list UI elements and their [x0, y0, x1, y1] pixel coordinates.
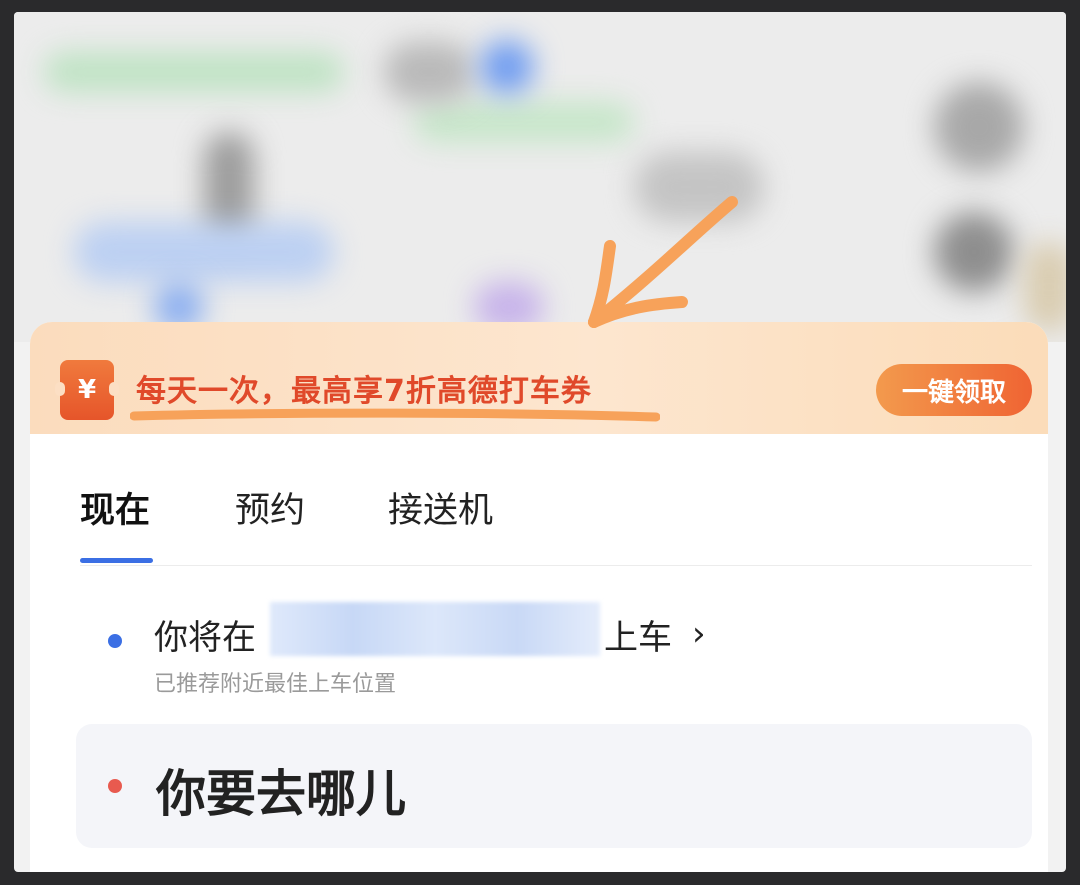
- tab-airport[interactable]: 接送机: [388, 482, 493, 533]
- yen-glyph: ¥: [77, 375, 97, 405]
- destination-dot-icon: [108, 779, 122, 793]
- pickup-hint: 已推荐附近最佳上车位置: [154, 672, 397, 697]
- tab-active-indicator: [80, 558, 153, 563]
- tab-reserve[interactable]: 预约: [235, 482, 305, 533]
- coupon-icon: ¥: [55, 360, 119, 420]
- pickup-dot-icon: [108, 634, 122, 648]
- app-screen: ¥ 每天一次，最高享7折高德打车券 一键领取 现在 预约 接送机 你将在 上车 …: [14, 12, 1066, 872]
- annotation-underline: [130, 408, 660, 422]
- pickup-suffix: 上车: [604, 618, 672, 658]
- ride-type-tabs: 现在 预约 接送机: [30, 472, 1048, 563]
- pickup-location-row[interactable]: 你将在 上车 › 已推荐附近最佳上车位置: [30, 592, 1048, 702]
- destination-input[interactable]: 你要去哪儿: [76, 724, 1032, 848]
- tabs-divider: [80, 565, 1032, 566]
- tab-now[interactable]: 现在: [80, 482, 150, 533]
- ride-sheet: ¥ 每天一次，最高享7折高德打车券 一键领取 现在 预约 接送机 你将在 上车 …: [30, 322, 1048, 872]
- chevron-right-icon: ›: [692, 614, 706, 654]
- coupon-promo-text: 每天一次，最高享7折高德打车券: [136, 374, 592, 409]
- coupon-banner[interactable]: ¥ 每天一次，最高享7折高德打车券 一键领取: [30, 322, 1048, 434]
- pickup-address-redacted: [270, 602, 600, 656]
- pickup-prefix: 你将在: [154, 618, 256, 658]
- map-view[interactable]: [14, 12, 1066, 342]
- claim-coupon-button[interactable]: 一键领取: [876, 364, 1032, 416]
- destination-placeholder: 你要去哪儿: [156, 765, 406, 823]
